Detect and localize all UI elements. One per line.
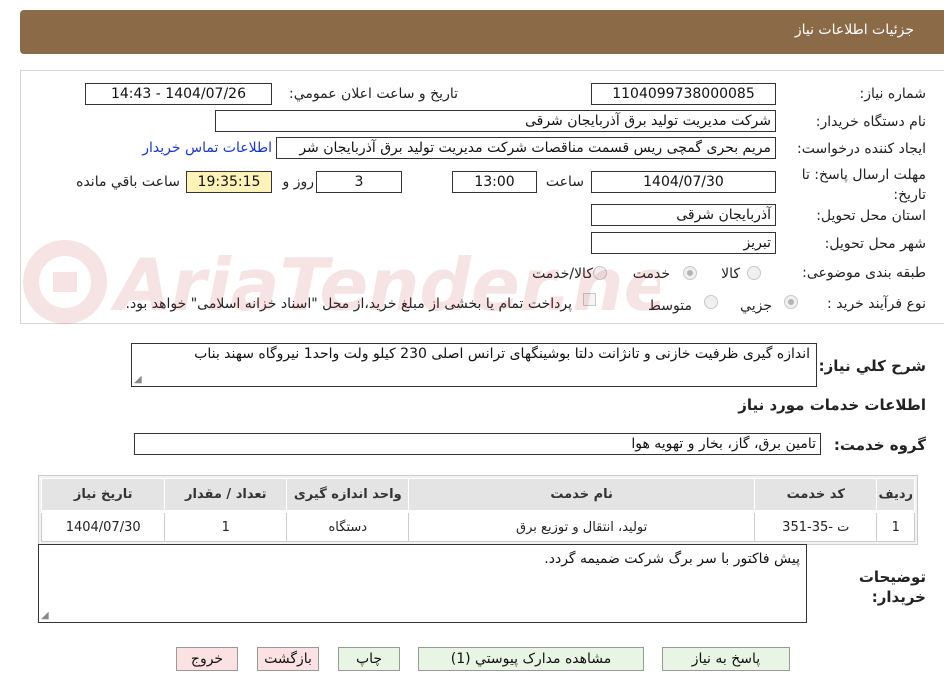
process-minor-radio[interactable] <box>784 295 798 309</box>
exit-button[interactable]: خروج <box>176 647 238 671</box>
services-table-header: رديف کد خدمت نام خدمت واحد اندازه گیری ت… <box>40 478 915 513</box>
category-both-radio[interactable] <box>593 266 607 280</box>
service-group-field[interactable]: تامين برق، گاز، بخار و تهويه هوا <box>134 433 821 455</box>
print-button[interactable]: چاپ <box>338 647 400 671</box>
category-goods-radio[interactable] <box>747 266 761 280</box>
category-option-both-label: کالا/خدمت <box>532 266 593 282</box>
col-name-header: نام خدمت <box>408 478 756 513</box>
deadline-time-field[interactable]: 13:00 <box>452 171 537 193</box>
buyer-notes-text: پیش فاکتور با سر برگ شرکت ضمیمه گردد. <box>544 551 800 567</box>
view-attachments-button[interactable]: مشاهده مدارک پيوستي (1) <box>418 647 644 671</box>
page-header: جزئیات اطلاعات نیاز <box>20 10 944 54</box>
buyer-contact-link[interactable]: اطلاعات تماس خريدار <box>142 140 272 156</box>
buyer-org-field[interactable]: شرکت مدیریت تولید برق آذربایجان شرقی <box>215 110 776 132</box>
remaining-time-field: 19:35:15 <box>186 171 272 193</box>
services-section-title: اطلاعات خدمات مورد نياز <box>738 396 926 414</box>
process-option-medium-label: متوسط <box>648 298 692 314</box>
province-field[interactable]: آذربایجان شرقی <box>591 204 776 226</box>
cell-unit: دستگاه <box>286 511 410 542</box>
cell-service-code: ت -35-351 <box>754 511 878 542</box>
announce-datetime-label: تاریخ و ساعت اعلان عمومي: <box>289 86 458 102</box>
creator-label: ايجاد کننده درخواست: <box>797 141 926 157</box>
page-title: جزئیات اطلاعات نیاز <box>794 22 914 38</box>
deadline-label: مهلت ارسال پاسخ: تا تاريخ: <box>801 167 926 203</box>
table-row[interactable]: 1 ت -35-351 تولید، انتقال و توزیع برق دس… <box>40 511 915 542</box>
process-medium-radio[interactable] <box>704 295 718 309</box>
process-label: نوع فرآيند خريد : <box>827 296 926 312</box>
city-field[interactable]: تبریز <box>591 232 776 254</box>
cell-quantity: 1 <box>164 511 288 542</box>
process-option-minor-label: جزيي <box>740 298 772 314</box>
treasury-payment-checkbox[interactable] <box>583 293 596 306</box>
col-row-header: رديف <box>876 478 915 513</box>
days-label: روز و <box>282 174 315 190</box>
category-service-radio[interactable] <box>683 266 697 280</box>
col-code-header: کد خدمت <box>754 478 878 513</box>
col-qty-header: تعداد / مقدار <box>164 478 288 513</box>
city-label: شهر محل تحويل: <box>824 236 926 252</box>
col-date-header: تاریخ نیاز <box>40 478 166 513</box>
service-group-label: گروه خدمت: <box>833 436 926 454</box>
deadline-date-field[interactable]: 1404/07/30 <box>591 171 776 193</box>
category-label: طبقه بندی موضوعی: <box>802 265 926 281</box>
services-table: رديف کد خدمت نام خدمت واحد اندازه گیری ت… <box>40 478 915 542</box>
buyer-notes-label: توضيحات خريدار: <box>858 568 926 606</box>
cell-need-date: 1404/07/30 <box>40 511 166 542</box>
summary-text: اندازه گیری ظرفیت خازنی و تانژانت دلتا ب… <box>194 346 810 362</box>
resize-grip-icon[interactable]: ◢ <box>134 375 142 385</box>
resize-grip-icon[interactable]: ◢ <box>41 611 49 621</box>
category-option-service-label: خدمت <box>632 266 670 282</box>
summary-label: شرح كلي نياز: <box>818 357 926 375</box>
remaining-time-label: ساعت باقي مانده <box>76 174 180 190</box>
cell-row-number: 1 <box>876 511 915 542</box>
back-button[interactable]: بازگشت <box>257 647 319 671</box>
buyer-org-label: نام دستگاه خريدار: <box>815 114 926 130</box>
need-number-field[interactable]: 1104099738000085 <box>591 83 776 105</box>
col-unit-header: واحد اندازه گیری <box>286 478 410 513</box>
payment-note: پرداخت تمام یا بخشی از مبلغ خرید،از محل … <box>125 296 572 312</box>
announce-datetime-field[interactable]: 1404/07/26 - 14:43 <box>85 83 272 105</box>
cell-service-name: تولید، انتقال و توزیع برق <box>408 511 756 542</box>
buyer-notes-textarea[interactable]: پیش فاکتور با سر برگ شرکت ضمیمه گردد. ◢ <box>38 544 807 623</box>
need-number-label: شماره نیاز: <box>859 86 927 102</box>
summary-textarea[interactable]: اندازه گیری ظرفیت خازنی و تانژانت دلتا ب… <box>131 343 817 387</box>
days-remaining-field[interactable]: 3 <box>316 171 402 193</box>
creator-field[interactable]: مریم بحری گمچی ریس قسمت مناقصات شرکت مدی… <box>276 137 776 159</box>
province-label: استان محل تحويل: <box>816 208 926 224</box>
category-option-goods-label: کالا <box>721 266 740 282</box>
services-table-container: رديف کد خدمت نام خدمت واحد اندازه گیری ت… <box>38 475 918 545</box>
deadline-time-label: ساعت <box>545 174 584 190</box>
reply-button[interactable]: پاسخ به نياز <box>662 647 790 671</box>
